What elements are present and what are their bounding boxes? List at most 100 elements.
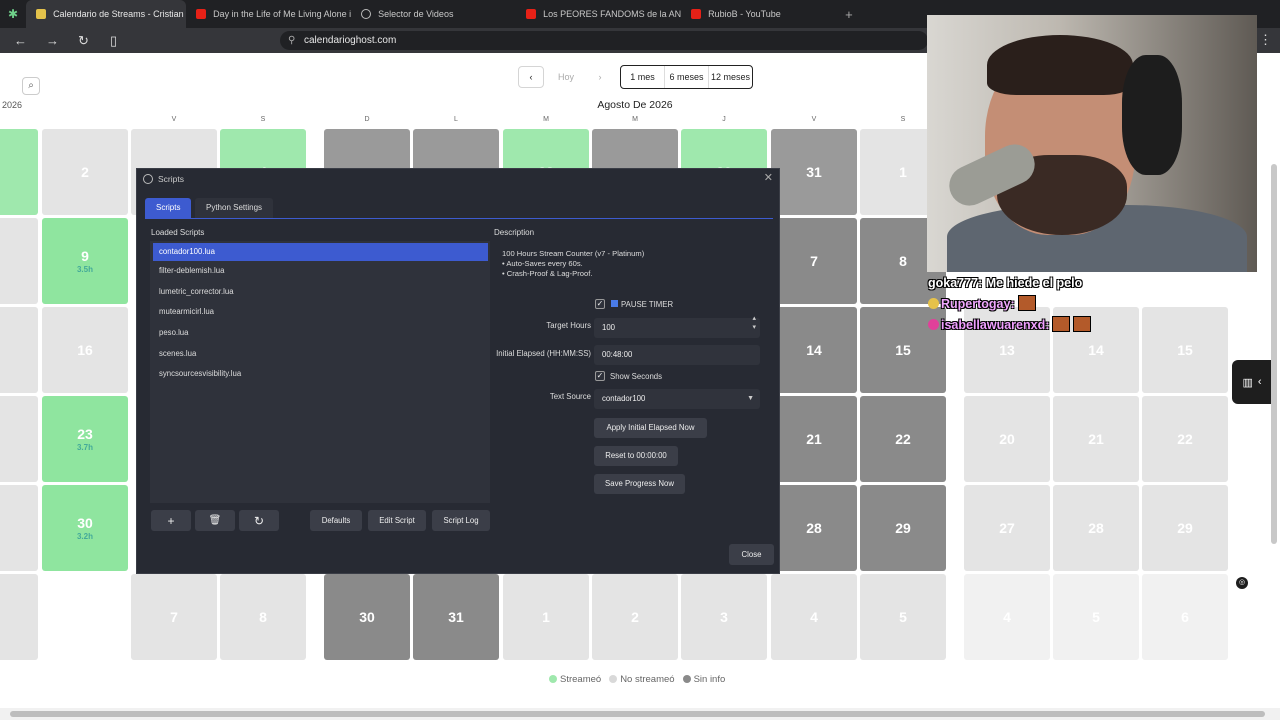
browser-tab[interactable]: RubioB - YouTube [681, 0, 841, 28]
day-cell[interactable]: 15 [1142, 307, 1228, 393]
script-item[interactable]: lumetric_corrector.lua [150, 282, 490, 303]
chat-username: Rupertogay: [941, 297, 1015, 311]
day-cell[interactable]: 4 [771, 574, 857, 660]
day-cell[interactable]: 22 [860, 396, 946, 482]
tab-python-settings[interactable]: Python Settings [195, 198, 274, 218]
day-cell[interactable]: 28 [771, 485, 857, 571]
save-progress-button[interactable]: Save Progress Now [594, 474, 685, 494]
script-item[interactable]: mutearmicirl.lua [150, 302, 490, 323]
script-item[interactable]: scenes.lua [150, 344, 490, 365]
extension-icon[interactable]: ✱ [8, 7, 18, 21]
stepper-icon[interactable]: ▴ ▾ [752, 314, 756, 332]
browser-tab[interactable]: Selector de Videos [351, 0, 516, 28]
scrollbar-thumb[interactable] [1271, 164, 1277, 544]
day-cell[interactable]: 21 [1053, 396, 1139, 482]
day-number: 31 [448, 609, 464, 625]
view-12-months-button[interactable]: 12 meses [709, 66, 752, 88]
tab-scripts[interactable]: Scripts [145, 198, 192, 218]
script-item[interactable]: peso.lua [150, 323, 490, 344]
green-dot-icon [549, 675, 557, 683]
close-icon[interactable]: ✕ [764, 171, 773, 184]
script-log-button[interactable]: Script Log [432, 510, 490, 531]
view-1-month-button[interactable]: 1 mes [621, 66, 665, 88]
day-cell[interactable]: 20 [964, 396, 1050, 482]
back-icon[interactable]: ← [14, 33, 32, 48]
url-field[interactable]: ⚲ calendarioghost.com [280, 31, 928, 50]
close-button[interactable]: Close [729, 544, 774, 565]
scrollbar-thumb[interactable] [10, 711, 1265, 717]
day-cell[interactable]: 27 [964, 485, 1050, 571]
day-cell[interactable]: 31 [413, 574, 499, 660]
reload-script-button[interactable]: ↻ [239, 510, 279, 531]
day-cell[interactable]: 14 [771, 307, 857, 393]
day-cell[interactable]: 5 [860, 574, 946, 660]
browser-tab-active[interactable]: Calendario de Streams - Cristian ✕ [26, 0, 187, 28]
day-cell[interactable]: 7 [131, 574, 217, 660]
horizontal-scrollbar[interactable] [0, 708, 1280, 720]
day-cell[interactable]: 4 [964, 574, 1050, 660]
prev-button[interactable]: ‹ [518, 66, 544, 88]
day-cell[interactable]: 21 [771, 396, 857, 482]
script-item[interactable]: filter-deblemish.lua [150, 261, 490, 282]
day-cell[interactable]: 6 [0, 574, 38, 660]
script-item-selected[interactable]: contador100.lua [153, 243, 488, 261]
day-cell[interactable] [0, 218, 38, 304]
forward-icon[interactable]: → [46, 33, 64, 48]
day-cell[interactable]: 8 [220, 574, 306, 660]
view-6-months-button[interactable]: 6 meses [665, 66, 709, 88]
search-button[interactable]: ⌕ [22, 77, 40, 95]
script-item[interactable]: syncsourcesvisibility.lua [150, 364, 490, 385]
vertical-scrollbar[interactable] [1270, 148, 1278, 668]
day-cell[interactable]: 23 3.7h [42, 396, 128, 482]
day-cell[interactable] [0, 396, 38, 482]
defaults-button[interactable]: Defaults [310, 510, 362, 531]
new-tab-button[interactable]: + [845, 7, 853, 22]
day-cell[interactable]: 2 [42, 129, 128, 215]
edit-script-button[interactable]: Edit Script [368, 510, 426, 531]
stats-side-tab[interactable]: ▥ ‹ [1232, 360, 1272, 404]
day-cell[interactable]: 3 [681, 574, 767, 660]
day-cell[interactable]: 16 [42, 307, 128, 393]
day-cell[interactable]: 28 [1053, 485, 1139, 571]
text-source-select[interactable]: contador100 ▼ [594, 389, 760, 409]
sidebar-icon[interactable]: ▯ [110, 33, 128, 49]
day-cell[interactable]: 1 [503, 574, 589, 660]
browser-tab[interactable]: Los PEORES FANDOMS de la ANIMA [516, 0, 681, 28]
day-number: 3 [720, 609, 728, 625]
target-hours-input[interactable]: 100 ▴ ▾ [594, 315, 760, 338]
day-cell[interactable] [0, 129, 38, 215]
next-button[interactable]: › [588, 66, 612, 88]
day-cell[interactable]: 2 [592, 574, 678, 660]
menu-icon[interactable]: ⋮ [1259, 32, 1272, 48]
day-cell[interactable]: 6 [1142, 574, 1228, 660]
day-cell[interactable]: 22 [1142, 396, 1228, 482]
loaded-scripts-label: Loaded Scripts [151, 228, 205, 237]
show-seconds-checkbox[interactable]: ✓ [595, 371, 605, 381]
reset-button[interactable]: Reset to 00:00:00 [594, 446, 678, 466]
day-number: 2 [81, 164, 89, 180]
browser-tab[interactable]: Day in the Life of Me Living Alone in [186, 0, 351, 28]
site-info-icon[interactable]: ⚲ [288, 31, 295, 50]
day-cell[interactable]: 29 [860, 485, 946, 571]
pause-timer-checkbox[interactable]: ✓ [595, 299, 605, 309]
remove-script-button[interactable]: 🗑 [195, 510, 235, 531]
day-cell[interactable]: 30 [324, 574, 410, 660]
day-cell[interactable]: 31 [771, 129, 857, 215]
day-cell[interactable]: 29 [1142, 485, 1228, 571]
add-script-button[interactable]: + [151, 510, 191, 531]
text-source-label: Text Source [549, 392, 591, 401]
day-cell[interactable]: 5 [1053, 574, 1139, 660]
today-button[interactable]: Hoy [550, 66, 582, 88]
day-number: 8 [899, 253, 907, 269]
day-cell[interactable] [0, 485, 38, 571]
apply-elapsed-button[interactable]: Apply Initial Elapsed Now [594, 418, 707, 438]
chat-bubble-icon[interactable]: ◎ [1236, 577, 1248, 589]
day-cell[interactable] [0, 307, 38, 393]
day-cell[interactable]: 30 3.2h [42, 485, 128, 571]
initial-elapsed-input[interactable]: 00:48:00 [594, 345, 760, 365]
day-cell[interactable]: 7 [771, 218, 857, 304]
day-cell[interactable]: 9 3.5h [42, 218, 128, 304]
dark-dot-icon [682, 675, 691, 683]
reload-icon[interactable]: ↻ [78, 33, 96, 49]
tab-title: RubioB - YouTube [708, 9, 781, 19]
